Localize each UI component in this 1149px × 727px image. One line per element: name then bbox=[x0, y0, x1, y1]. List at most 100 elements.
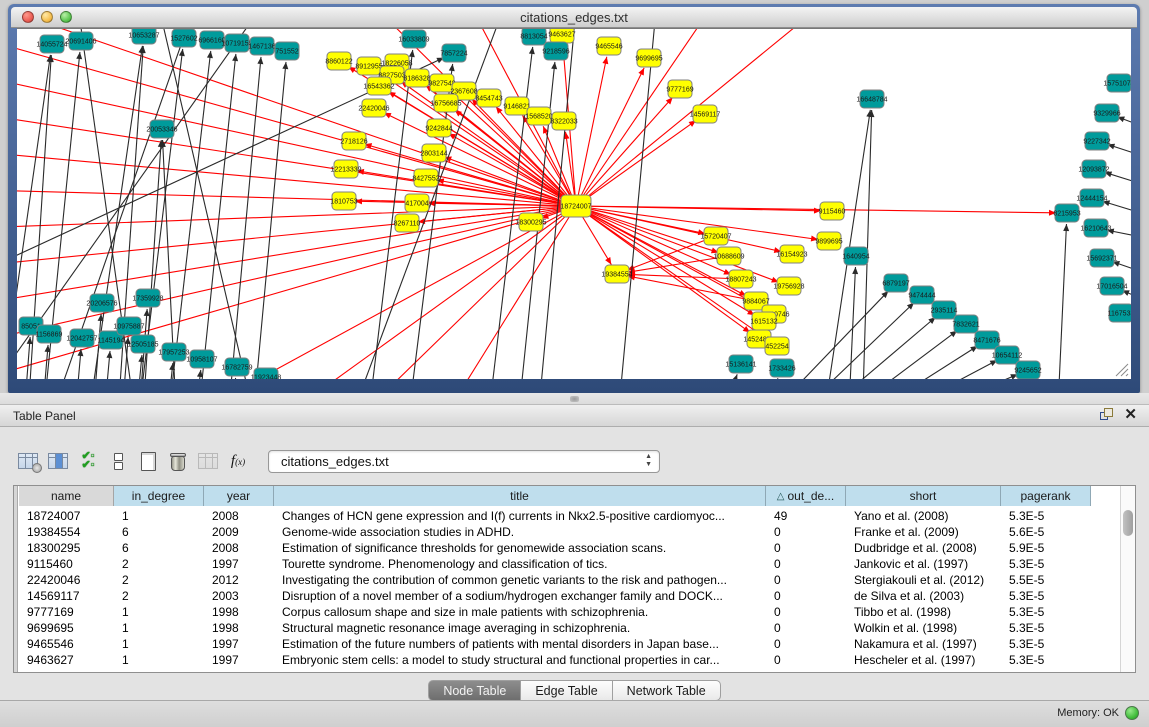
graph-edge[interactable] bbox=[782, 303, 914, 379]
table-row[interactable]: 1830029562008Estimation of significance … bbox=[19, 540, 1119, 556]
table-cell[interactable]: 6 bbox=[114, 540, 204, 556]
table-cell[interactable]: Stergiakouli et al. (2012) bbox=[846, 572, 1001, 588]
table-row[interactable]: 946554611997Estimation of the future num… bbox=[19, 636, 1119, 652]
table-cell[interactable]: 14569117 bbox=[19, 588, 114, 604]
table-cell[interactable]: 0 bbox=[766, 636, 846, 652]
table-row[interactable]: 2242004622012Investigating the contribut… bbox=[19, 572, 1119, 588]
graph-edge[interactable] bbox=[384, 113, 576, 206]
table-selector-dropdown[interactable]: citations_edges.txt ▲▼ bbox=[268, 450, 660, 473]
graph-edge[interactable] bbox=[17, 189, 576, 206]
column-header-indegree[interactable]: in_degree bbox=[114, 486, 204, 506]
table-cell[interactable]: 0 bbox=[766, 540, 846, 556]
graph-edge[interactable] bbox=[1104, 172, 1131, 195]
table-cell[interactable]: 1998 bbox=[204, 604, 274, 620]
graph-edge[interactable] bbox=[804, 317, 936, 379]
row-height-button[interactable] bbox=[104, 448, 132, 474]
table-cell[interactable]: 9463627 bbox=[19, 652, 114, 668]
table-cell[interactable]: 5.3E-5 bbox=[1001, 620, 1091, 636]
graph-edge[interactable] bbox=[252, 62, 286, 379]
table-cell[interactable]: 1 bbox=[114, 620, 204, 636]
table-row[interactable]: 1938455462009Genome-wide association stu… bbox=[19, 524, 1119, 540]
network-window-titlebar[interactable]: citations_edges.txt bbox=[11, 7, 1137, 28]
table-cell[interactable]: 5.6E-5 bbox=[1001, 524, 1091, 540]
table-row[interactable]: 911546021997Tourette syndrome. Phenomeno… bbox=[19, 556, 1119, 572]
table-cell[interactable]: Tibbo et al. (1998) bbox=[846, 604, 1001, 620]
table-cell[interactable]: Estimation of significance thresholds fo… bbox=[274, 540, 766, 556]
graph-edge[interactable] bbox=[576, 120, 696, 206]
column-header-title[interactable]: title bbox=[274, 486, 766, 506]
table-cell[interactable]: 9465546 bbox=[19, 636, 114, 652]
table-cell[interactable]: 5.3E-5 bbox=[1001, 652, 1091, 668]
table-row[interactable]: 1456911722003Disruption of a novel membe… bbox=[19, 588, 1119, 604]
graph-edge[interactable] bbox=[576, 97, 673, 206]
table-cell[interactable]: 5.3E-5 bbox=[1001, 604, 1091, 620]
table-cell[interactable]: 19384554 bbox=[19, 524, 114, 540]
table-cell[interactable]: 22420046 bbox=[19, 572, 114, 588]
float-panel-icon[interactable] bbox=[1100, 408, 1114, 422]
table-cell[interactable]: Yano et al. (2008) bbox=[846, 508, 1001, 524]
network-canvas[interactable]: 1872400788601228912955182260588827503165… bbox=[17, 29, 1131, 379]
table-cell[interactable]: 2008 bbox=[204, 508, 274, 524]
graph-edge[interactable] bbox=[888, 374, 1018, 379]
column-header-short[interactable]: short bbox=[846, 486, 1001, 506]
resize-grip-icon[interactable] bbox=[1113, 361, 1129, 377]
table-cell[interactable]: 5.3E-5 bbox=[1001, 636, 1091, 652]
table-cell[interactable]: Corpus callosum shape and size in male p… bbox=[274, 604, 766, 620]
table-cell[interactable]: 1997 bbox=[204, 636, 274, 652]
table-cell[interactable]: 2 bbox=[114, 556, 204, 572]
table-cell[interactable]: 5.5E-5 bbox=[1001, 572, 1091, 588]
column-header-name[interactable]: name bbox=[19, 486, 114, 506]
vertical-scrollbar[interactable] bbox=[1120, 486, 1135, 672]
table-cell[interactable]: Estimation of the future numbers of pati… bbox=[274, 636, 766, 652]
table-options-button[interactable] bbox=[14, 448, 42, 474]
close-panel-icon[interactable]: ✕ bbox=[1124, 408, 1137, 422]
table-cell[interactable]: de Silva et al. (2003) bbox=[846, 588, 1001, 604]
table-cell[interactable]: 1 bbox=[114, 652, 204, 668]
column-header-year[interactable]: year bbox=[204, 486, 274, 506]
graph-edge[interactable] bbox=[758, 378, 778, 379]
graph-edge[interactable] bbox=[229, 378, 236, 379]
tab-node-table[interactable]: Node Table bbox=[428, 680, 521, 701]
scrollbar-thumb[interactable] bbox=[1123, 510, 1133, 536]
table-cell[interactable]: 1 bbox=[114, 508, 204, 524]
table-cell[interactable]: 0 bbox=[766, 620, 846, 636]
table-row[interactable]: 946362711997Embryonic stem cells: a mode… bbox=[19, 652, 1119, 668]
table-cell[interactable]: 49 bbox=[766, 508, 846, 524]
graph-edge[interactable] bbox=[867, 360, 997, 379]
graph-edge[interactable] bbox=[167, 51, 211, 379]
table-cell[interactable]: Disruption of a novel member of a sodium… bbox=[274, 588, 766, 604]
graph-edge[interactable] bbox=[197, 54, 236, 379]
graph-edge[interactable] bbox=[847, 346, 978, 379]
graph-edge[interactable] bbox=[862, 110, 872, 379]
close-window-button[interactable] bbox=[22, 11, 34, 23]
table-cell[interactable]: Embryonic stem cells: a model to study s… bbox=[274, 652, 766, 668]
table-cell[interactable]: 1998 bbox=[204, 620, 274, 636]
table-row[interactable]: 1872400712008Changes of HCN gene express… bbox=[19, 508, 1119, 524]
zoom-window-button[interactable] bbox=[60, 11, 72, 23]
table-cell[interactable]: Genome-wide association studies in ADHD. bbox=[274, 524, 766, 540]
tab-edge-table[interactable]: Edge Table bbox=[521, 680, 612, 701]
table-row[interactable]: 969969511998Structural magnetic resonanc… bbox=[19, 620, 1119, 636]
graph-edge[interactable] bbox=[17, 206, 576, 379]
table-cell[interactable]: 6 bbox=[114, 524, 204, 540]
table-cell[interactable]: 5.3E-5 bbox=[1001, 556, 1091, 572]
table-cell[interactable]: 1997 bbox=[204, 652, 274, 668]
graph-edge[interactable] bbox=[17, 206, 576, 269]
table-cell[interactable]: 0 bbox=[766, 588, 846, 604]
table-cell[interactable]: 9777169 bbox=[19, 604, 114, 620]
graph-edge[interactable] bbox=[628, 274, 741, 279]
table-cell[interactable]: 2012 bbox=[204, 572, 274, 588]
graph-edge[interactable] bbox=[576, 68, 644, 206]
column-header-pagerank[interactable]: pagerank bbox=[1001, 486, 1091, 506]
select-columns-button[interactable]: ✔▫✔▫ bbox=[74, 448, 102, 474]
table-cell[interactable]: 5.9E-5 bbox=[1001, 540, 1091, 556]
column-header-outde[interactable]: △out_de... bbox=[766, 486, 846, 506]
table-cell[interactable]: Investigating the contribution of common… bbox=[274, 572, 766, 588]
table-cell[interactable]: 0 bbox=[766, 556, 846, 572]
table-cell[interactable]: Tourette syndrome. Phenomenology and cla… bbox=[274, 556, 766, 572]
graph-edge[interactable] bbox=[576, 206, 818, 239]
table-cell[interactable]: Dudbridge et al. (2008) bbox=[846, 540, 1001, 556]
graph-edge[interactable] bbox=[1057, 224, 1066, 379]
graph-edge[interactable] bbox=[17, 206, 576, 349]
table-cell[interactable]: 2009 bbox=[204, 524, 274, 540]
